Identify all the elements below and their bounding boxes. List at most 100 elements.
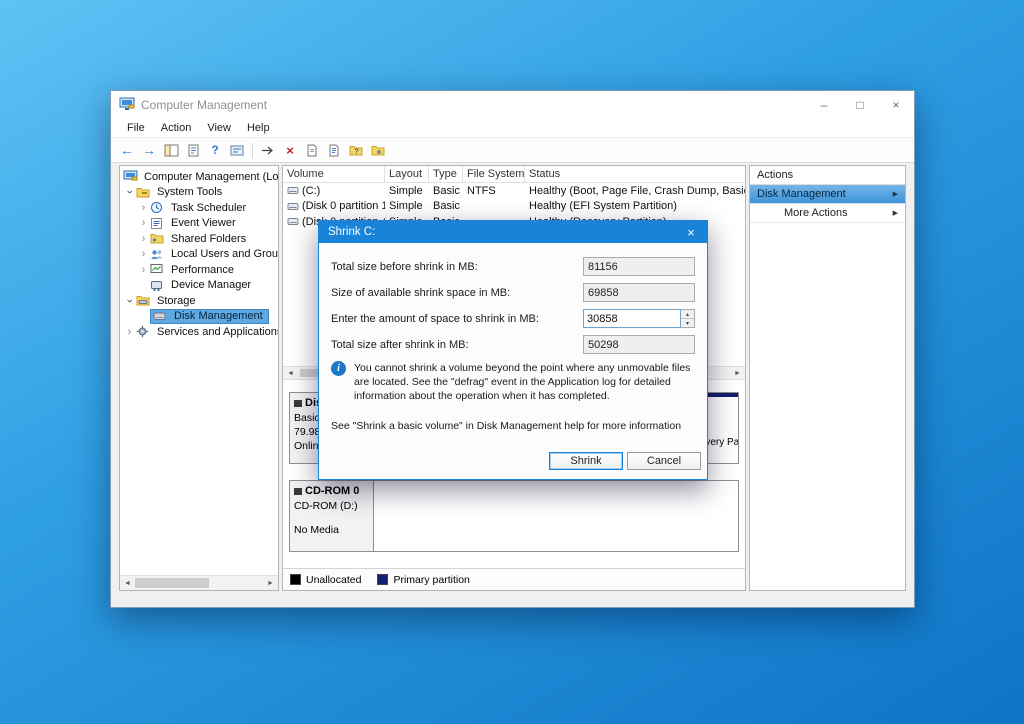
submenu-arrow-icon: ▶ [892,191,898,198]
tree-item-local-users-groups[interactable]: › Local Users and Groups [120,247,278,263]
volume-icon [287,185,299,196]
spinner-control: ▴ ▾ [681,309,695,328]
show-tree-icon[interactable] [161,141,181,159]
spinner-down-icon[interactable]: ▾ [681,318,694,327]
export-list-icon[interactable] [183,141,203,159]
help-icon[interactable]: ? [205,141,225,159]
services-icon [136,325,151,338]
tree-item-label: Device Manager [171,279,252,292]
properties-icon[interactable] [227,141,247,159]
volume-row[interactable]: (C:) Simple Basic NTFS Healthy (Boot, Pa… [283,183,745,199]
column-header-volume[interactable]: Volume [283,166,385,182]
chevron-right-icon[interactable]: › [123,326,136,338]
scroll-left-arrow-icon[interactable]: ◄ [120,576,135,590]
field-row-total-after: Total size after shrink in MB: 50298 [331,335,695,354]
scroll-left-arrow-icon[interactable]: ◄ [283,367,298,379]
toolbar: ← → ? × ? [111,138,914,163]
tree-item-disk-management[interactable]: Disk Management [120,308,278,325]
scrollbar-thumb[interactable] [135,578,210,588]
chevron-right-icon[interactable]: › [137,217,150,229]
close-button[interactable]: × [878,91,914,118]
actions-item-disk-management[interactable]: Disk Management ▶ [750,185,905,204]
spinner-up-icon[interactable]: ▴ [681,310,694,318]
chevron-down-icon[interactable]: › [124,294,136,307]
computer-management-icon [123,170,138,183]
column-header-status[interactable]: Status [525,166,745,182]
tree-selection-highlight: Disk Management [150,308,269,324]
tree-item-label: Event Viewer [171,217,236,230]
tree-item-task-scheduler[interactable]: › Task Scheduler [120,200,278,216]
shrink-dialog: Shrink C: × Total size before shrink in … [318,220,708,480]
cdrom-icon [294,487,302,495]
tree-item-device-manager[interactable]: Device Manager [120,278,278,294]
tree-item-label: Shared Folders [171,232,247,245]
tree-item-shared-folders[interactable]: › Shared Folders [120,231,278,247]
column-header-type[interactable]: Type [429,166,463,182]
volume-status: Healthy (EFI System Partition) [529,200,677,213]
actions-item-label: Disk Management [757,188,846,200]
scrollbar-track[interactable] [135,576,263,590]
console-tree-pane: Computer Management (Local › System Tool… [119,165,279,591]
minimize-button[interactable]: – [806,91,842,118]
forward-icon[interactable]: → [139,141,159,159]
menu-file[interactable]: File [119,120,153,136]
cdrom-name: CD-ROM 0 [305,485,360,497]
field-label: Size of available shrink space in MB: [331,286,511,299]
actions-item-label: More Actions [784,207,848,219]
chevron-right-icon[interactable]: › [137,202,150,214]
storage-icon [136,294,151,307]
maximize-button[interactable]: □ [842,91,878,118]
tree-item-label: Computer Management (Local [144,170,279,183]
scroll-right-arrow-icon[interactable]: ► [730,367,745,379]
pointer-icon[interactable] [258,141,278,159]
chevron-right-icon[interactable]: › [137,233,150,245]
chevron-down-icon[interactable]: › [124,186,136,199]
volume-row[interactable]: (Disk 0 partition 1) Simple Basic Health… [283,199,745,215]
scroll-right-arrow-icon[interactable]: ► [263,576,278,590]
actions-item-more-actions[interactable]: More Actions ▶ [750,204,905,223]
cancel-button[interactable]: Cancel [627,452,701,470]
menu-action[interactable]: Action [153,120,200,136]
app-icon [119,97,135,112]
tree-horizontal-scrollbar[interactable]: ◄ ► [120,575,278,590]
column-header-layout[interactable]: Layout [385,166,429,182]
window-titlebar: Computer Management – □ × [111,91,914,118]
dialog-close-icon[interactable]: × [675,221,707,243]
svg-text:?: ? [355,149,359,156]
tree-item-storage[interactable]: › Storage [120,293,278,309]
partition-legend: Unallocated Primary partition [283,568,745,590]
shrink-amount-input[interactable] [583,309,681,328]
chevron-right-icon[interactable]: › [137,248,150,260]
field-label: Enter the amount of space to shrink in M… [331,312,539,325]
volume-layout: Simple [389,200,423,213]
volume-name: (C:) [302,184,321,197]
tree-item-computer-management[interactable]: Computer Management (Local [120,169,278,185]
chevron-right-icon[interactable]: › [137,264,150,276]
shrink-button[interactable]: Shrink [549,452,623,470]
tree-item-services-applications[interactable]: › Services and Applications [120,324,278,340]
delete-icon[interactable]: × [280,141,300,159]
tree-item-performance[interactable]: › Performance [120,262,278,278]
volume-name: (Disk 0 partition 1) [302,200,385,213]
cdrom-media-area[interactable] [374,480,739,552]
folder-settings-icon[interactable] [368,141,388,159]
unallocated-swatch-icon [290,574,301,585]
actions-pane-title: Actions [750,166,905,185]
back-icon[interactable]: ← [117,141,137,159]
column-header-file-system[interactable]: File System [463,166,525,182]
submenu-arrow-icon: ▶ [892,210,898,217]
event-viewer-icon [150,217,165,230]
menu-help[interactable]: Help [239,120,278,136]
document-2-icon[interactable] [324,141,344,159]
tree-item-event-viewer[interactable]: › Event Viewer [120,216,278,232]
dialog-title: Shrink C: [328,226,376,238]
window-title: Computer Management [141,97,268,112]
tree-item-label: System Tools [157,186,223,199]
cdrom-label[interactable]: CD-ROM 0 CD-ROM (D:) No Media [289,480,374,552]
tree-item-system-tools[interactable]: › System Tools [120,185,278,201]
folder-help-icon[interactable]: ? [346,141,366,159]
available-space-field: 69858 [583,283,695,302]
shared-folders-icon [150,232,165,245]
document-icon[interactable] [302,141,322,159]
menu-view[interactable]: View [199,120,239,136]
